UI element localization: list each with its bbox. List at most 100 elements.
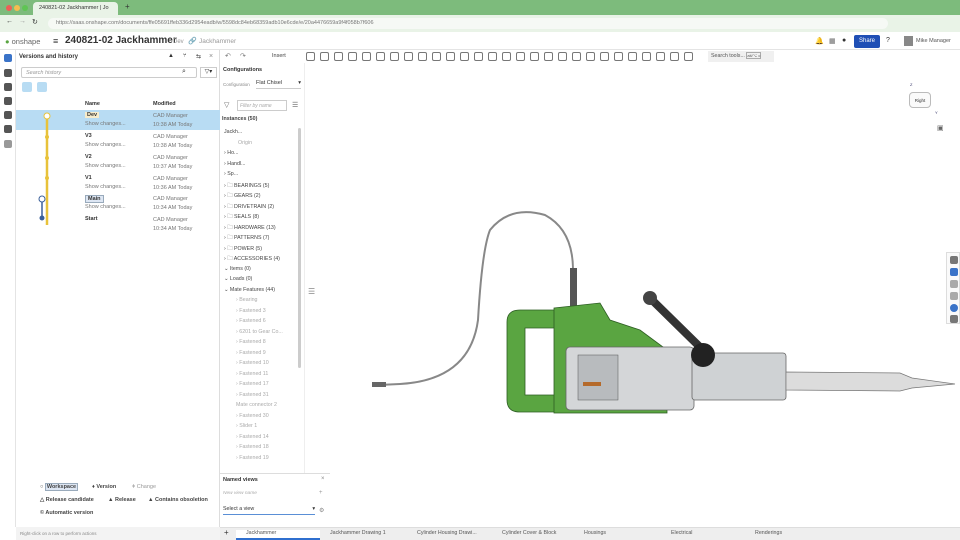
tree-item[interactable]: › 🗀 PATTERNS (7)	[224, 234, 269, 243]
list-view-icon[interactable]: ☰	[292, 101, 298, 109]
tool-icon[interactable]	[305, 52, 315, 61]
variables-icon[interactable]	[950, 315, 958, 323]
tree-item[interactable]: › 🗀 BEARINGS (5)	[224, 182, 269, 191]
configurations-icon[interactable]	[950, 292, 958, 300]
parts-icon[interactable]	[950, 268, 958, 276]
tab-housings[interactable]: Housings	[574, 530, 654, 540]
back-icon[interactable]: ←	[6, 18, 13, 25]
tool-icon[interactable]	[487, 52, 497, 61]
tree-scrollbar[interactable]	[298, 128, 301, 368]
new-view-name-input[interactable]: New view name	[223, 491, 313, 496]
tool-icon[interactable]	[473, 52, 483, 61]
tree-item[interactable]: › Fastened 8	[236, 339, 266, 345]
tree-item[interactable]: › Fastened 17	[236, 381, 269, 387]
search-tools-input[interactable]: Search tools... alt/⌥ c	[708, 51, 774, 62]
appearance-icon[interactable]	[950, 256, 958, 264]
bom-icon[interactable]	[4, 140, 12, 148]
graphics-viewport[interactable]	[306, 63, 960, 527]
tree-item[interactable]: ⌄ Mate Features (44)	[224, 287, 275, 293]
tree-item[interactable]: › Fastened 9	[236, 350, 266, 356]
expand-caret-icon[interactable]: › 🗀	[224, 183, 234, 189]
onshape-logo[interactable]: ● onshape	[5, 37, 40, 46]
expand-caret-icon[interactable]: › 🗀	[224, 246, 234, 252]
compare-icon[interactable]: ⇆	[196, 53, 201, 60]
tree-item[interactable]: › Sp...	[224, 171, 238, 177]
tool-icon[interactable]	[627, 52, 637, 61]
tree-item[interactable]: › Fastened 10	[236, 360, 269, 366]
tool-icon[interactable]	[389, 52, 399, 61]
tree-item[interactable]: Mate connector 2	[236, 402, 277, 408]
filter-icon[interactable]: ▽▾	[200, 67, 217, 78]
close-icon[interactable]: ×	[209, 53, 213, 60]
tool-icon[interactable]	[333, 52, 343, 61]
history-icon[interactable]	[4, 125, 12, 133]
tab-renderings[interactable]: Renderings	[745, 530, 825, 540]
tree-item[interactable]: › Ho...	[224, 150, 238, 156]
branch-create-icon[interactable]: ⑂	[183, 53, 187, 59]
link-icon[interactable]: 🔗	[188, 37, 197, 45]
undo-icon[interactable]: ↶	[225, 52, 231, 60]
tree-item[interactable]: ⌄ Loads (0)	[224, 276, 252, 282]
auto-version-toggle-icon[interactable]	[37, 82, 47, 92]
tree-item[interactable]: › Bearing	[236, 297, 258, 303]
tree-item[interactable]: › Slider 1	[236, 423, 257, 429]
maximize-window-icon[interactable]	[22, 5, 28, 11]
tool-icon[interactable]	[431, 52, 441, 61]
tool-icon[interactable]	[613, 52, 623, 61]
select-view-dropdown[interactable]: Select a view ▾	[223, 506, 315, 515]
tab-cylinder-housing-drawing[interactable]: Cylinder Housing Drawi...	[407, 530, 487, 540]
tree-item[interactable]: › 🗀 GEARS (2)	[224, 192, 261, 201]
browser-tab[interactable]: 240821-02 Jackhammer | Jo	[33, 2, 118, 15]
help-icon[interactable]: ?	[886, 37, 890, 44]
tool-icon[interactable]	[459, 52, 469, 61]
app-icon[interactable]	[4, 111, 12, 119]
insert-button[interactable]: Insert	[272, 53, 286, 59]
minimize-window-icon[interactable]	[14, 5, 20, 11]
tool-icon[interactable]	[641, 52, 651, 61]
tool-icon[interactable]	[375, 52, 385, 61]
tool-icon[interactable]	[683, 52, 693, 61]
tree-item[interactable]: › Fastened 30	[236, 413, 269, 419]
tool-icon[interactable]	[347, 52, 357, 61]
branch-icon[interactable]	[4, 69, 12, 77]
notifications-icon[interactable]: 🔔	[815, 37, 824, 45]
graph-view-icon[interactable]	[22, 82, 32, 92]
tab-cylinder-cover-block[interactable]: Cylinder Cover & Block	[492, 530, 572, 540]
tool-icon[interactable]	[319, 52, 329, 61]
show-changes-link[interactable]: Show changes...	[85, 121, 126, 127]
tool-icon[interactable]	[501, 52, 511, 61]
view-options-icon[interactable]: ▣	[937, 124, 944, 132]
tool-icon[interactable]	[543, 52, 553, 61]
expand-caret-icon[interactable]: › 🗀	[224, 193, 234, 199]
tree-item[interactable]: › Fastened 18	[236, 444, 269, 450]
tool-icon[interactable]	[669, 52, 679, 61]
tab-jackhammer-drawing[interactable]: Jackhammer Drawing 1	[320, 530, 395, 540]
tab-jackhammer[interactable]: Jackhammer	[236, 530, 320, 540]
versions-icon[interactable]	[4, 54, 12, 62]
user-menu[interactable]: Mike Manager	[916, 38, 951, 44]
tree-item[interactable]: › Fastened 11	[236, 371, 268, 377]
tool-icon[interactable]	[655, 52, 665, 61]
configuration-select[interactable]: Flat Chisel ▾	[256, 80, 301, 89]
avatar[interactable]	[904, 36, 913, 46]
expand-caret-icon[interactable]: › 🗀	[224, 214, 234, 220]
url-field[interactable]: https://saas.onshape.com/documents/ffe05…	[48, 18, 888, 29]
document-title[interactable]: 240821-02 Jackhammer	[65, 35, 177, 46]
tree-item[interactable]: › Fastened 31	[236, 392, 269, 398]
show-changes-link[interactable]: Show changes...	[85, 204, 126, 210]
tool-icon[interactable]	[445, 52, 455, 61]
redo-icon[interactable]: ↷	[240, 52, 246, 60]
mates-icon[interactable]	[950, 280, 958, 288]
tree-item[interactable]: Origin	[238, 140, 252, 146]
tool-icon[interactable]	[403, 52, 413, 61]
menu-icon[interactable]: ≡	[53, 36, 58, 46]
tab-electrical[interactable]: Electrical	[661, 530, 741, 540]
show-changes-link[interactable]: Show changes...	[85, 163, 126, 169]
reload-icon[interactable]: ↻	[32, 18, 38, 26]
create-version-icon[interactable]: ▲	[168, 53, 174, 59]
expand-caret-icon[interactable]: › 🗀	[224, 256, 234, 262]
tool-icon[interactable]	[361, 52, 371, 61]
show-changes-link[interactable]: Show changes...	[85, 142, 126, 148]
expand-caret-icon[interactable]: › 🗀	[224, 204, 234, 210]
expand-caret-icon[interactable]: › 🗀	[224, 235, 234, 241]
